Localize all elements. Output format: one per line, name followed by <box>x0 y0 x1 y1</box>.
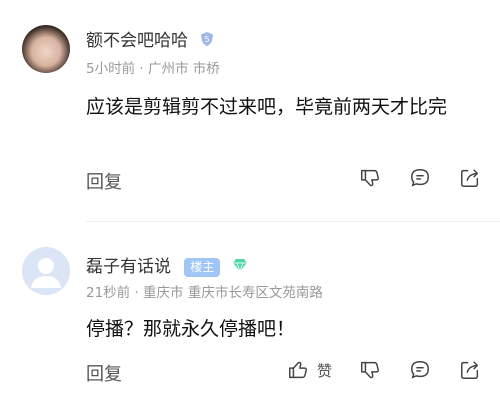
username[interactable]: 额不会吧哈哈 <box>86 31 188 51</box>
share-icon <box>461 361 479 379</box>
comment-meta: 5小时前 · 广州市 市桥 <box>86 61 220 77</box>
username[interactable]: 磊子有话说 <box>86 257 171 277</box>
comment-item: 磊子有话说 楼主 21秒前 · 重庆市 重庆市长寿区文苑南路 停播？那就永久停播… <box>0 222 500 403</box>
comment-content: 应该是剪辑剪不过来吧，毕竟前两天才比完 <box>86 96 448 118</box>
avatar[interactable] <box>22 247 70 295</box>
thumbs-down-icon <box>361 169 380 187</box>
like-button[interactable]: 赞 <box>287 359 332 381</box>
comment-item: 额不会吧哈哈 5 5小时前 · 广州市 市桥 应该是剪辑剪不过来吧，毕竟前两天才… <box>0 0 500 222</box>
reply-button[interactable]: 回复 <box>86 168 122 194</box>
default-avatar-icon <box>22 247 70 295</box>
level-number: 5 <box>205 35 210 44</box>
level-shield-icon: 5 <box>199 31 215 52</box>
share-icon <box>461 169 479 187</box>
thumbs-up-icon <box>289 361 307 379</box>
dislike-button[interactable] <box>358 358 382 382</box>
dislike-button[interactable] <box>358 166 382 190</box>
thumbs-down-icon <box>361 361 380 379</box>
reply-button[interactable]: 回复 <box>86 360 122 386</box>
share-button[interactable] <box>458 166 482 190</box>
comment-icon <box>411 361 429 379</box>
share-button[interactable] <box>458 358 482 382</box>
comment-actions: 赞 <box>287 358 482 382</box>
comment-meta: 21秒前 · 重庆市 重庆市长寿区文苑南路 <box>86 285 323 301</box>
comment-content: 停播？那就永久停播吧！ <box>86 318 296 340</box>
comment-author: 磊子有话说 楼主 <box>86 252 248 277</box>
comment-author: 额不会吧哈哈 5 <box>86 26 215 52</box>
vip-gem-icon <box>232 257 248 277</box>
comment-actions <box>332 166 482 190</box>
host-badge: 楼主 <box>184 257 221 277</box>
avatar[interactable] <box>22 25 70 73</box>
like-label: 赞 <box>316 361 332 380</box>
comment-icon <box>411 169 429 187</box>
comment-button[interactable] <box>408 358 432 382</box>
comment-button[interactable] <box>408 166 432 190</box>
